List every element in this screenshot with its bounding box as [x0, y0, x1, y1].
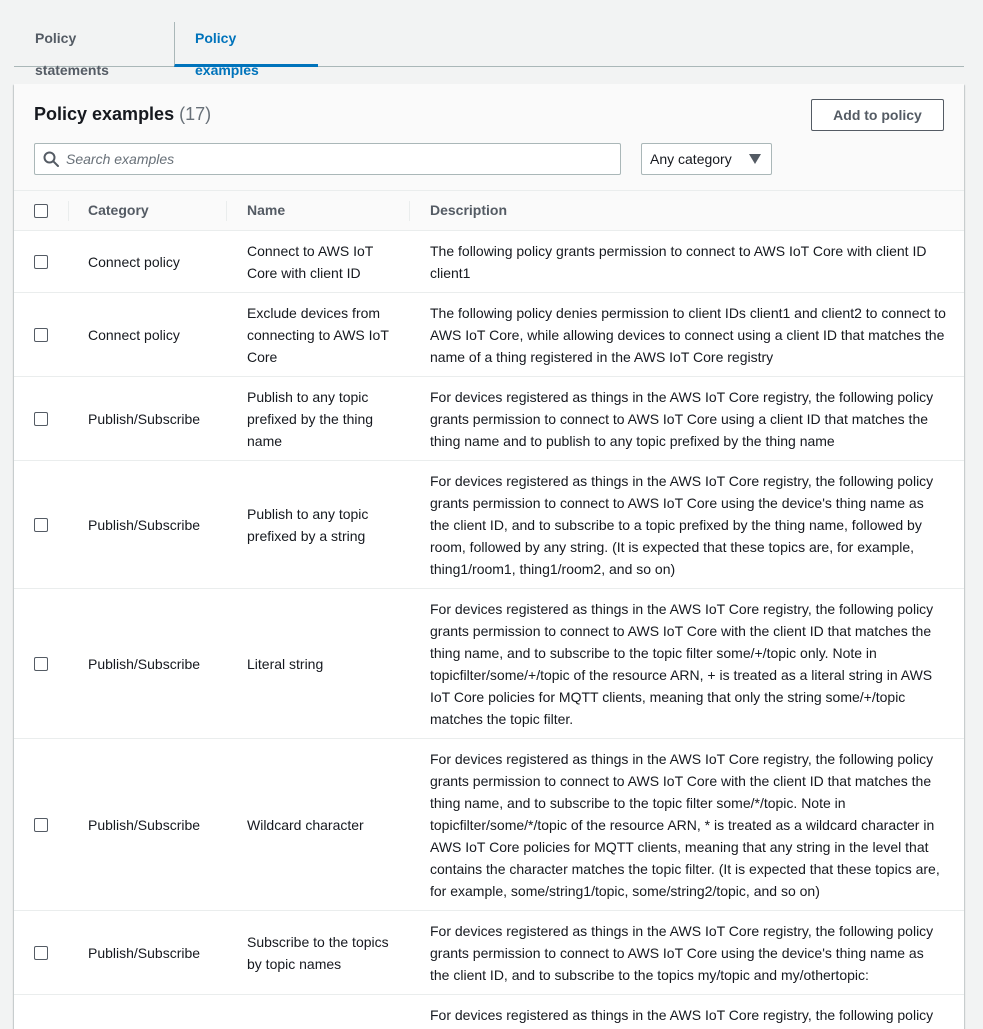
description-cell: The following policy denies permission t… — [430, 304, 946, 365]
panel-title-text: Policy examples — [34, 104, 175, 124]
caret-down-icon — [749, 154, 761, 164]
table-row[interactable]: Publish/Subscribe Publish to any topic p… — [14, 461, 964, 589]
table-row[interactable]: Publish/Subscribe Publish to any topic p… — [14, 377, 964, 461]
table-row[interactable]: Connect policy Connect to AWS IoT Core w… — [14, 231, 964, 293]
column-header-description[interactable]: Description — [430, 191, 507, 230]
name-cell: Exclude devices from connecting to AWS I… — [247, 304, 389, 365]
table-row[interactable]: Publish/Subscribe Literal string For dev… — [14, 589, 964, 739]
column-divider — [226, 201, 227, 221]
description-cell: The following policy grants permission t… — [430, 242, 927, 281]
name-cell: Publish to any topic prefixed by the thi… — [247, 388, 374, 449]
row-select-cell — [34, 461, 50, 588]
row-select-cell — [34, 739, 50, 910]
description-cell: For devices registered as things in the … — [430, 388, 934, 449]
tab-policy-examples[interactable]: Policy examples — [174, 22, 318, 78]
policy-examples-panel: Policy examples (17) Add to policy Any c… — [14, 84, 964, 1029]
category-cell: Publish/Subscribe — [88, 944, 201, 961]
row-checkbox[interactable] — [34, 817, 48, 832]
column-header-name[interactable]: Name — [247, 191, 285, 230]
row-select-cell — [34, 293, 50, 376]
table-row[interactable]: Publish/Subscribe Wildcard character For… — [14, 739, 964, 911]
select-all-checkbox[interactable] — [34, 203, 48, 218]
name-cell: Wildcard character — [247, 816, 364, 833]
tab-bar: Policy statements Policy examples — [14, 0, 964, 78]
row-checkbox[interactable] — [34, 517, 48, 532]
category-cell: Publish/Subscribe — [88, 410, 201, 427]
description-cell: For devices registered as things in the … — [430, 922, 934, 983]
add-to-policy-button[interactable]: Add to policy — [811, 99, 944, 131]
description-cell: For devices registered as things in the … — [430, 472, 934, 577]
category-select-value: Any category — [650, 151, 732, 167]
examples-table: Category Name Description Connect policy… — [14, 191, 964, 1029]
name-cell: Publish to any topic prefixed by a strin… — [247, 505, 369, 544]
search-icon — [43, 151, 59, 167]
row-select-cell — [34, 231, 50, 292]
select-all-cell — [34, 191, 50, 230]
row-select-cell — [34, 589, 50, 738]
panel-title: Policy examples (17) — [34, 102, 211, 126]
name-cell: Subscribe to the topics by topic names — [247, 933, 389, 972]
description-cell: For devices registered as things in the … — [430, 750, 940, 899]
row-select-cell — [34, 377, 50, 460]
row-checkbox[interactable] — [34, 945, 48, 960]
name-cell: Literal string — [247, 655, 324, 672]
name-cell: Connect to AWS IoT Core with client ID — [247, 242, 374, 281]
row-checkbox[interactable] — [34, 411, 48, 426]
search-box — [34, 143, 621, 175]
category-cell: Publish/Subscribe — [88, 816, 201, 833]
category-select[interactable]: Any category — [641, 143, 772, 175]
category-cell: Connect policy — [88, 253, 180, 270]
row-checkbox[interactable] — [34, 656, 48, 671]
row-checkbox[interactable] — [34, 254, 48, 269]
table-row[interactable]: Connect policy Exclude devices from conn… — [14, 293, 964, 377]
row-checkbox[interactable] — [34, 327, 48, 342]
table-row[interactable]: Publish/Subscribe Subscribe to the topic… — [14, 911, 964, 995]
tab-policy-statements[interactable]: Policy statements — [14, 22, 173, 78]
column-divider — [409, 201, 410, 221]
search-input[interactable] — [66, 144, 606, 174]
table-row[interactable]: For devices registered as things in the … — [14, 995, 964, 1029]
category-cell: Publish/Subscribe — [88, 655, 201, 672]
description-cell: For devices registered as things in the … — [430, 1007, 934, 1023]
category-cell: Publish/Subscribe — [88, 516, 201, 533]
examples-count: (17) — [179, 104, 212, 124]
column-header-category[interactable]: Category — [88, 191, 149, 230]
panel-header: Policy examples (17) Add to policy Any c… — [14, 84, 964, 191]
category-cell: Connect policy — [88, 326, 180, 343]
description-cell: For devices registered as things in the … — [430, 600, 934, 727]
column-divider — [68, 201, 69, 221]
table-header: Category Name Description — [14, 191, 964, 231]
row-select-cell — [34, 911, 50, 994]
